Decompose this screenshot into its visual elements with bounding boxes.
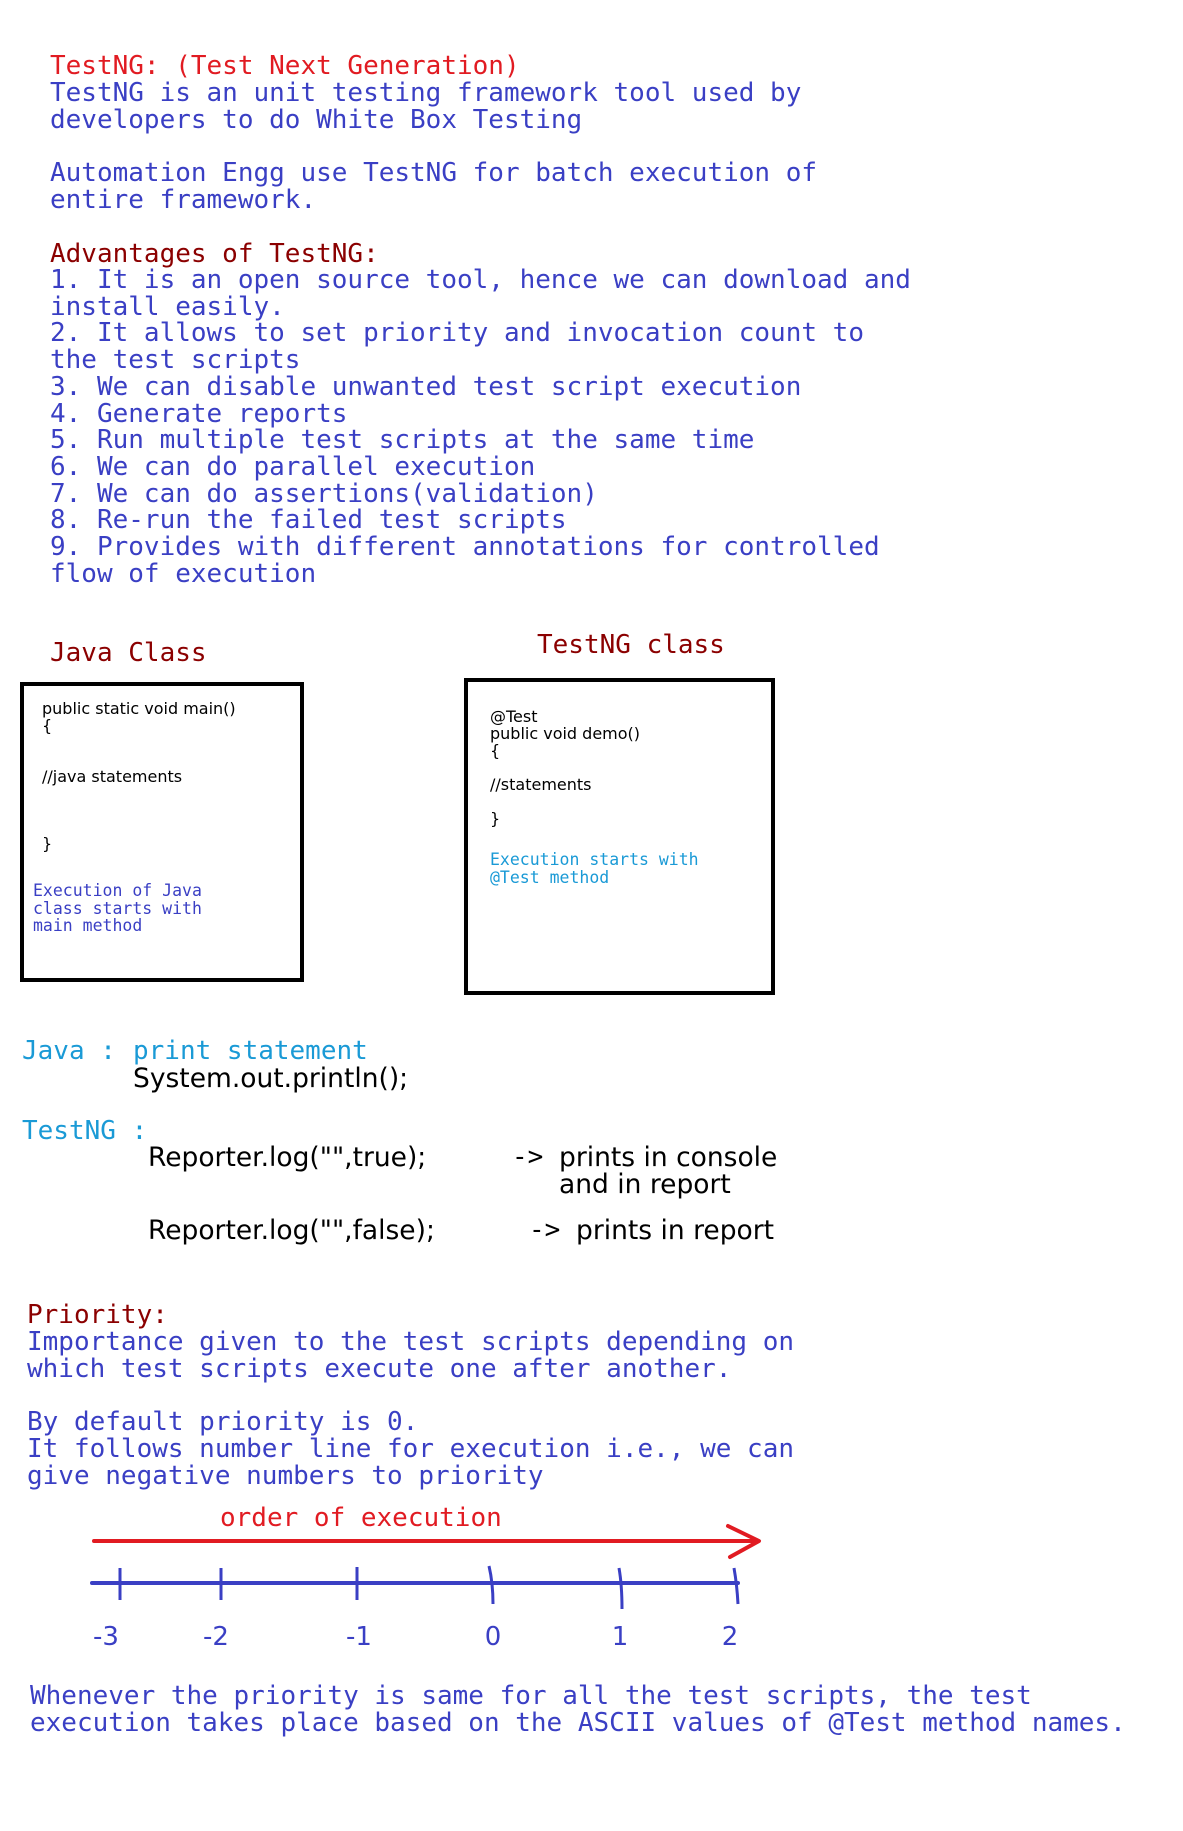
- number-line-diagram: [90, 1524, 761, 1610]
- ascii-order-note: Whenever the priority is same for all th…: [30, 1681, 1126, 1738]
- tick-label: -3: [93, 1622, 119, 1652]
- tick-mark: [732, 1567, 740, 1605]
- tick-label: 0: [484, 1622, 502, 1652]
- tick-label: -1: [346, 1622, 372, 1652]
- tick-mark: [617, 1567, 624, 1610]
- tick-label: 2: [721, 1622, 739, 1652]
- tick-label: 1: [611, 1622, 629, 1652]
- tick-label: -2: [203, 1622, 229, 1652]
